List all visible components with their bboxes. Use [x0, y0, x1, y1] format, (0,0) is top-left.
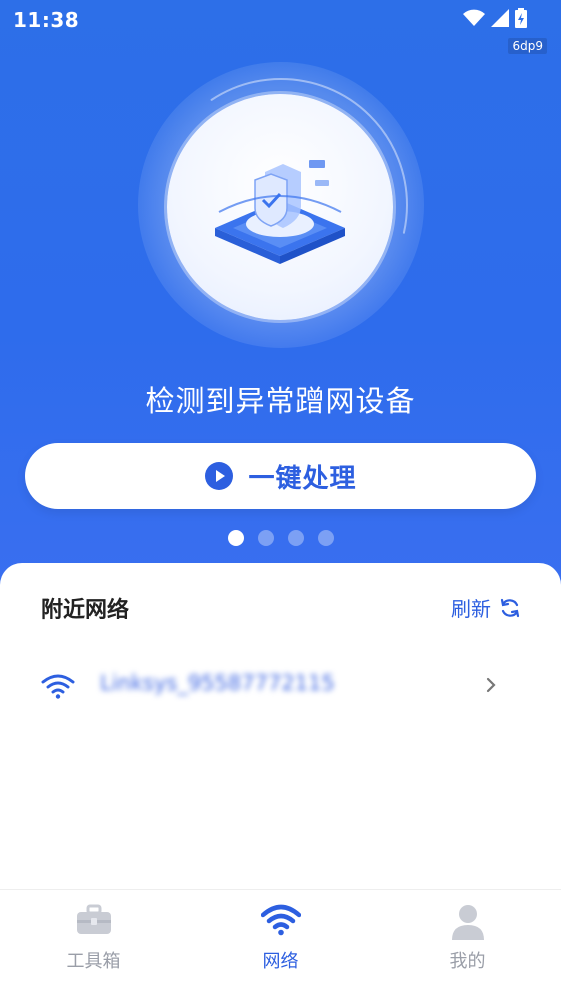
toolbox-icon — [76, 904, 111, 934]
tab-network[interactable]: 网络 — [187, 890, 374, 1000]
carousel-dot-1[interactable] — [227, 530, 244, 546]
refresh-label: 刷新 — [451, 597, 491, 621]
section-title: 附近网络 — [41, 598, 130, 623]
tab-toolbox[interactable]: 工具箱 — [0, 890, 187, 1000]
status-bar: 11:38 6dp9 — [0, 0, 561, 54]
one-click-handle-button[interactable]: 一键处理 — [25, 443, 536, 509]
tab-toolbox-label: 工具箱 — [66, 951, 121, 972]
status-time: 11:38 — [13, 8, 80, 32]
tab-me-label: 我的 — [449, 951, 486, 972]
wifi-icon — [260, 904, 301, 936]
refresh-icon — [500, 598, 520, 617]
network-list-item[interactable]: Linksys_95587772115 — [0, 663, 561, 711]
network-name: Linksys_95587772115 — [100, 671, 335, 695]
carousel-dot-2[interactable] — [257, 530, 274, 546]
play-icon — [205, 462, 234, 490]
wifi-signal-icon — [463, 9, 485, 26]
carousel-dot-3[interactable] — [287, 530, 304, 546]
chevron-right-icon — [486, 677, 496, 693]
nearby-networks-panel: 附近网络 刷新 Linksys_95587772115 — [0, 563, 561, 889]
debug-badge: 6dp9 — [508, 38, 547, 54]
carousel-indicator — [0, 530, 561, 546]
tab-network-label: 网络 — [262, 951, 299, 972]
bottom-tab-bar: 工具箱 网络 我的 — [0, 889, 561, 1000]
alert-message: 检测到异常蹭网设备 — [145, 384, 416, 418]
security-shield-illustration — [215, 160, 345, 264]
wifi-icon — [41, 674, 75, 699]
hero-section: 11:38 6dp9 检测到异常蹭网设备 一键处理 — [0, 0, 561, 600]
cell-signal-icon — [491, 9, 509, 27]
status-icons — [463, 8, 527, 28]
carousel-dot-4[interactable] — [317, 530, 334, 546]
tab-me[interactable]: 我的 — [374, 890, 561, 1000]
user-icon — [451, 905, 484, 940]
action-button-label: 一键处理 — [248, 463, 357, 494]
battery-charging-icon — [515, 8, 527, 28]
refresh-button[interactable]: 刷新 — [451, 593, 521, 622]
